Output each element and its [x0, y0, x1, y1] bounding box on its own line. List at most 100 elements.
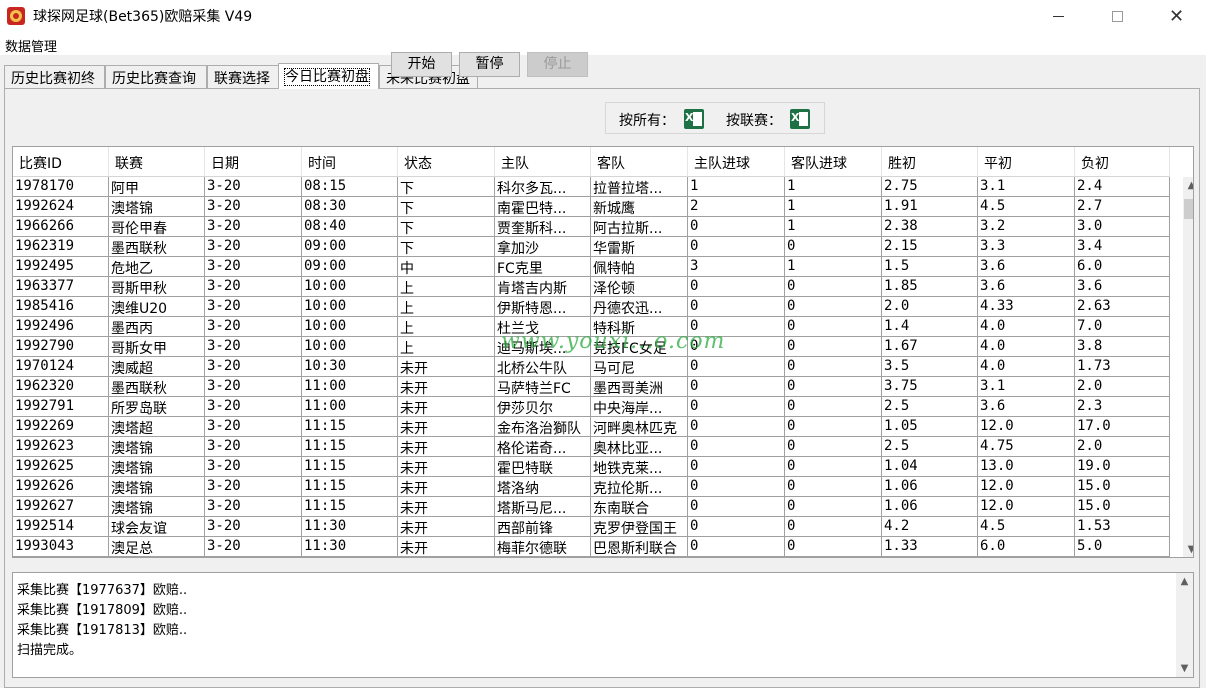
tab-today-odds[interactable]: 今日比赛初盘: [278, 63, 379, 89]
table-row[interactable]: 1962319 墨西联秋 3-20 09:00 下拿加沙 华雷斯 0 0 2.15 3.3 3.4: [13, 237, 1170, 257]
table-cell: 0: [785, 497, 882, 517]
pause-button[interactable]: 暂停: [459, 52, 520, 77]
table-row[interactable]: 1992627 澳塔锦 3-20 11:15 未开 塔斯马尼... 东南联合 0 0 1.06 12…: [13, 497, 1170, 517]
start-button[interactable]: 开始: [391, 52, 452, 77]
column-header[interactable]: 客队进球: [785, 147, 882, 177]
table-cell: 0: [785, 537, 882, 557]
table-cell: 澳足总: [109, 537, 205, 557]
table-cell: 哥斯女甲: [109, 337, 205, 357]
table-cell: 2: [688, 197, 785, 217]
table-cell: 3-20: [205, 177, 302, 197]
table-cell: 11:15: [302, 457, 398, 477]
table-header: 比赛ID 联赛 日期 时间 状态 主队 客队 主队进球 客队进球 胜初 平初 负初: [13, 147, 1170, 177]
table-cell: 未开: [398, 517, 495, 537]
column-header[interactable]: 主队: [495, 147, 591, 177]
table-cell: 4.75: [978, 437, 1075, 457]
table-cell: 1962320: [13, 377, 109, 397]
table-cell: 1.04: [882, 457, 978, 477]
table-scrollbar[interactable]: ▲ ▼: [1183, 177, 1193, 557]
table-cell: 未开: [398, 537, 495, 557]
column-header[interactable]: 比赛ID: [13, 147, 109, 177]
table-cell: 1992624: [13, 197, 109, 217]
maximize-icon[interactable]: [1088, 0, 1147, 32]
table-cell: 3-20: [205, 497, 302, 517]
table-cell: 2.15: [882, 237, 978, 257]
tab-history-odds[interactable]: 历史比赛初终: [4, 65, 105, 88]
table-cell: 2.75: [882, 177, 978, 197]
export-all-label: 按所有：: [619, 113, 675, 129]
table-cell: 6.0: [1075, 257, 1170, 277]
table-cell: 13.0: [978, 457, 1075, 477]
column-header[interactable]: 时间: [302, 147, 398, 177]
tab-label: 联赛选择: [214, 71, 270, 87]
table-cell: 2.0: [1075, 437, 1170, 457]
table-cell: 3-20: [205, 377, 302, 397]
tab-history-query[interactable]: 历史比赛查询: [105, 65, 207, 88]
table-cell: 3-20: [205, 217, 302, 237]
table-row[interactable]: 1992514 球会友谊 3-20 11:30 未开 西部前锋 克罗伊登国王 0 0 4.2 4.5…: [13, 517, 1170, 537]
table-cell: 0: [688, 297, 785, 317]
table-cell: 1: [785, 197, 882, 217]
table-cell: 3-20: [205, 197, 302, 217]
table-row[interactable]: 1993043 澳足总 3-20 11:30 未开 梅菲尔德联 巴恩斯利联合 0 0 1.33 6.…: [13, 537, 1170, 557]
table-row[interactable]: 1992269 澳塔超 3-20 11:15 未开 金布洛治獅队 河畔奥林匹克 0 0 1.05 1…: [13, 417, 1170, 437]
export-group: 按所有： 按联赛：: [605, 102, 825, 134]
scroll-up-icon[interactable]: ▲: [1183, 177, 1193, 194]
table-cell: 09:00: [302, 237, 398, 257]
table-cell: 未开: [398, 477, 495, 497]
log-textarea[interactable]: 采集比赛【1977637】欧赔.. 采集比赛【1917809】欧赔.. 采集比赛…: [12, 572, 1194, 678]
table-cell: 下: [398, 237, 495, 257]
table-cell: 中央海岸...: [591, 397, 688, 417]
table-cell: 7.0: [1075, 317, 1170, 337]
log-scrollbar[interactable]: ▲ ▼: [1176, 573, 1193, 677]
table-row[interactable]: 1992624 澳塔锦 3-20 08:30 下南霍巴特... 新城鹰 2 1 1.91 4.5 2…: [13, 197, 1170, 217]
table-row[interactable]: 1992625 澳塔锦 3-20 11:15 未开 霍巴特联 地铁克莱... 0 0 1.04 13…: [13, 457, 1170, 477]
close-icon[interactable]: ✕: [1147, 0, 1206, 32]
excel-export-all-icon[interactable]: [684, 109, 704, 129]
scroll-thumb[interactable]: [1184, 199, 1193, 219]
tab-league-select[interactable]: 联赛选择: [207, 65, 279, 88]
table-row[interactable]: 1963377 哥斯甲秋 3-20 10:00 上肯塔吉内斯 泽伦顿 0 0 1.85 3.6 3.…: [13, 277, 1170, 297]
table-row[interactable]: 1992495 危地乙 3-20 09:00 中 FC克里 佩特帕 3 1 1.5 3.6 6.0: [13, 257, 1170, 277]
scroll-down-icon[interactable]: ▼: [1183, 541, 1193, 557]
table-cell: 08:40: [302, 217, 398, 237]
column-header[interactable]: 联赛: [109, 147, 205, 177]
table-row[interactable]: 1985416 澳维U20 3-20 10:00 上伊斯特恩... 丹德农迅... 0 0 2.…: [13, 297, 1170, 317]
table-cell: 0: [785, 517, 882, 537]
scroll-down-icon[interactable]: ▼: [1176, 660, 1193, 677]
table-cell: 3.1: [978, 177, 1075, 197]
table-cell: 0: [785, 357, 882, 377]
scroll-up-icon[interactable]: ▲: [1176, 573, 1193, 590]
log-line: 采集比赛【1977637】欧赔..: [17, 583, 188, 598]
table-cell: 科尔多瓦...: [495, 177, 591, 197]
table-body: 1978170 阿甲 3-20 08:15 下科尔多瓦... 拉普拉塔... 1 1 2.75 3…: [13, 177, 1170, 557]
table-row[interactable]: 1962320 墨西联秋 3-20 11:00 未开 马萨特兰FC 墨西哥美洲 0 0 3.75 3…: [13, 377, 1170, 397]
stop-button[interactable]: 停止: [527, 52, 588, 77]
table-row[interactable]: 1992623 澳塔锦 3-20 11:15 未开 格伦诺奇... 奥林比亚... 0 0 2.5…: [13, 437, 1170, 457]
table-row[interactable]: 1992626 澳塔锦 3-20 11:15 未开 塔洛纳 克拉伦斯... 0 0 1.06 12.…: [13, 477, 1170, 497]
column-header[interactable]: 客队: [591, 147, 688, 177]
table-row[interactable]: 1966266 哥伦甲春 3-20 08:40 下贾奎斯科... 阿古拉斯... 0 1 2.3…: [13, 217, 1170, 237]
menu-data-management[interactable]: 数据管理: [5, 36, 57, 55]
column-header[interactable]: 胜初: [882, 147, 978, 177]
table-cell: 0: [785, 437, 882, 457]
table-cell: 17.0: [1075, 417, 1170, 437]
matches-table[interactable]: 比赛ID 联赛 日期 时间 状态 主队 客队 主队进球 客队进球 胜初 平初 负初 1978170 阿甲…: [12, 146, 1194, 558]
table-cell: 未开: [398, 417, 495, 437]
table-row[interactable]: 1970124 澳威超 3-20 10:30 未开 北桥公牛队 马可尼 0 0 3.5 4.0 1.7…: [13, 357, 1170, 377]
table-cell: 奥林比亚...: [591, 437, 688, 457]
table-cell: 澳塔锦: [109, 437, 205, 457]
column-header[interactable]: 日期: [205, 147, 302, 177]
column-header[interactable]: 主队进球: [688, 147, 785, 177]
table-cell: 4.0: [978, 337, 1075, 357]
table-row[interactable]: 1978170 阿甲 3-20 08:15 下科尔多瓦... 拉普拉塔... 1 1 2.75 3…: [13, 177, 1170, 197]
column-header[interactable]: 负初: [1075, 147, 1170, 177]
table-cell: 3-20: [205, 237, 302, 257]
table-cell: 拉普拉塔...: [591, 177, 688, 197]
minimize-icon[interactable]: [1029, 0, 1088, 32]
table-cell: 11:30: [302, 517, 398, 537]
table-row[interactable]: 1992791 所罗岛联 3-20 11:00 未开 伊莎贝尔 中央海岸... 0 0 2.5 3.…: [13, 397, 1170, 417]
excel-export-league-icon[interactable]: [790, 109, 810, 129]
column-header[interactable]: 状态: [398, 147, 495, 177]
column-header[interactable]: 平初: [978, 147, 1075, 177]
